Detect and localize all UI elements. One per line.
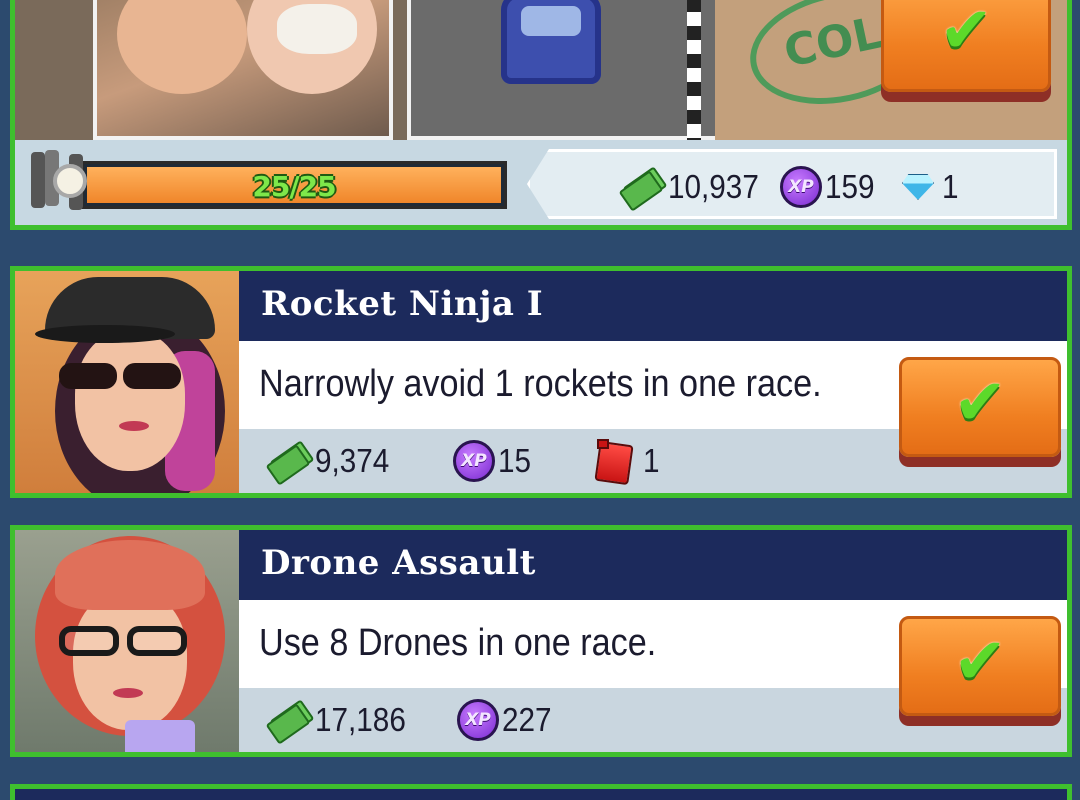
challenge-title-bar: Drone Assault <box>239 530 1067 600</box>
claim-button[interactable]: ✔ <box>899 357 1061 457</box>
beard <box>277 4 357 54</box>
xp-value: 227 <box>502 701 552 738</box>
gem-value: 1 <box>942 168 959 205</box>
xp-icon: XP <box>457 699 499 741</box>
cash-icon <box>618 166 668 212</box>
sunglasses <box>59 363 117 389</box>
challenge-description: Use 8 Drones in one race. <box>259 622 657 664</box>
watches-icon <box>29 150 99 210</box>
character-portrait <box>15 530 239 752</box>
checkmark-icon: ✔ <box>953 366 1007 441</box>
challenge-card: Rocket Ninja I Narrowly avoid 1 rockets … <box>10 266 1072 498</box>
xp-icon: XP <box>453 440 495 482</box>
progress-text: 25/25 <box>252 170 336 203</box>
characters-panel <box>93 0 393 140</box>
fuel-can-icon <box>594 439 634 486</box>
event-progress-bar: 25/25 10,937 XP 159 1 <box>15 140 1067 225</box>
progress-bar: 25/25 <box>81 161 507 209</box>
character-face <box>117 0 247 94</box>
phone <box>125 720 195 752</box>
character-portrait <box>15 271 239 493</box>
fuel-value: 1 <box>643 442 660 479</box>
road-stripe <box>687 0 701 140</box>
gem-icon <box>900 172 936 202</box>
checkmark-icon: ✔ <box>939 0 993 68</box>
cash-icon <box>265 440 315 486</box>
next-challenge-card <box>10 784 1072 800</box>
cash-value: 9,374 <box>315 442 390 479</box>
cash-reward: 17,186 <box>265 688 416 752</box>
cash-value: 10,937 <box>668 168 759 205</box>
cash-reward: 10,937 <box>618 152 769 219</box>
checkmark-icon: ✔ <box>953 625 1007 700</box>
cash-reward: 9,374 <box>265 429 398 493</box>
car-image <box>501 0 601 84</box>
challenge-title-bar: Rocket Ninja I <box>239 271 1067 341</box>
fuel-reward: 1 <box>594 429 661 493</box>
completed-event-card: COL ✔ 25/25 10,937 XP 159 1 <box>10 0 1072 230</box>
challenge-card: Drone Assault Use 8 Drones in one race. … <box>10 525 1072 757</box>
eyeglasses <box>59 626 119 656</box>
xp-reward: XP 227 <box>457 688 557 752</box>
cash-value: 17,186 <box>315 701 406 738</box>
claim-button[interactable]: ✔ <box>899 616 1061 716</box>
stamp-text: COL <box>779 7 886 78</box>
car-panel <box>407 0 727 140</box>
challenge-title: Rocket Ninja I <box>261 284 544 324</box>
cash-icon <box>265 699 315 745</box>
xp-value: 159 <box>825 168 875 205</box>
xp-icon: XP <box>780 166 822 208</box>
challenge-title: Drone Assault <box>261 543 536 583</box>
xp-value: 15 <box>498 442 532 479</box>
claim-button[interactable]: ✔ <box>881 0 1051 92</box>
xp-reward: XP 159 <box>780 152 880 219</box>
challenge-description: Narrowly avoid 1 rockets in one race. <box>259 363 822 405</box>
xp-reward: XP 15 <box>453 429 535 493</box>
total-rewards: 10,937 XP 159 1 <box>527 149 1057 219</box>
gem-reward: 1 <box>900 152 960 219</box>
